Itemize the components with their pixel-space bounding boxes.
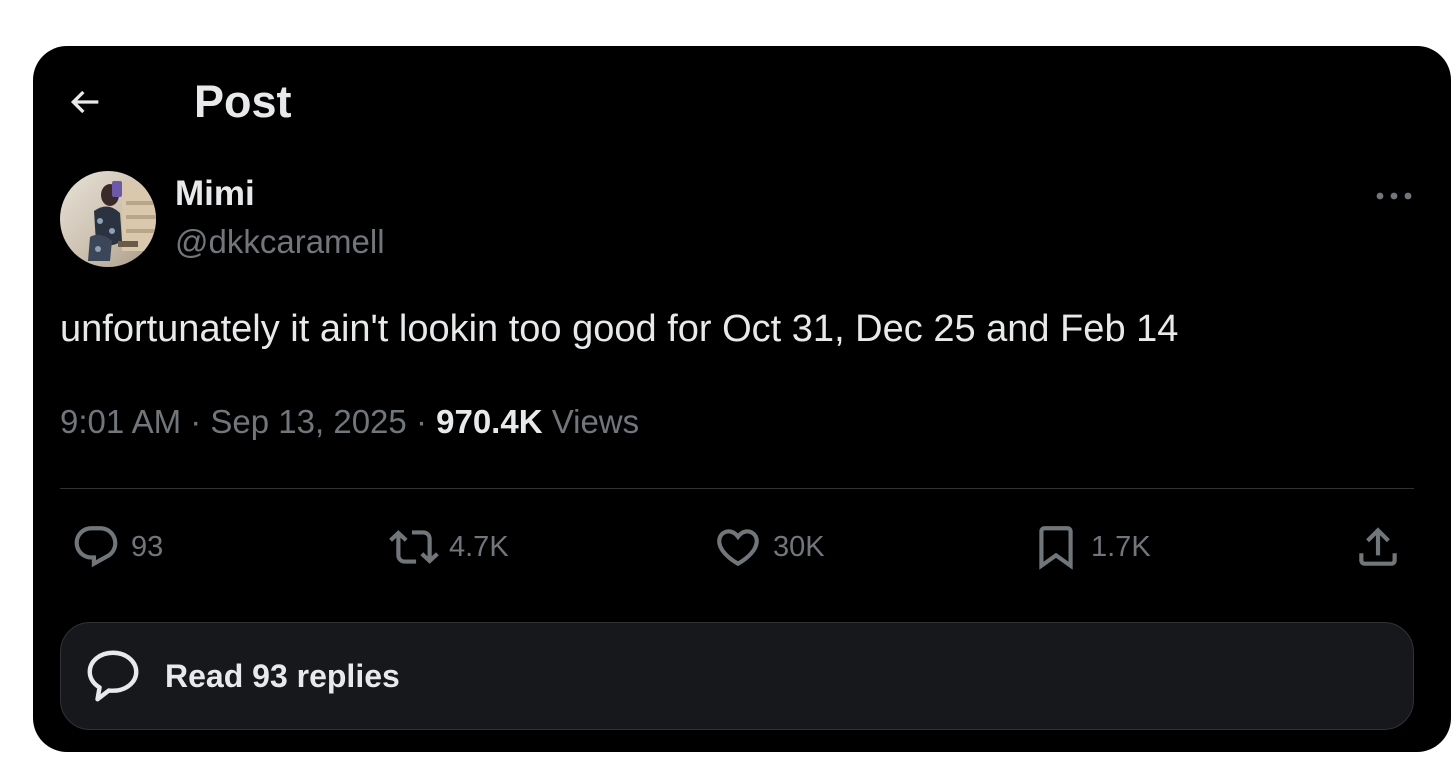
- bookmark-icon: [1039, 526, 1073, 570]
- views-count: 970.4K: [436, 403, 543, 440]
- read-replies-label: Read 93 replies: [165, 657, 400, 694]
- bookmark-count: 1.7K: [1091, 530, 1151, 563]
- post-time[interactable]: 9:01 AM: [60, 403, 181, 440]
- like-button[interactable]: 30K: [713, 522, 825, 572]
- back-button[interactable]: [63, 80, 107, 124]
- avatar-image: [60, 171, 156, 267]
- meta-separator: ·: [190, 403, 202, 440]
- reply-count: 93: [131, 530, 164, 563]
- heart-icon: [717, 529, 759, 567]
- speech-bubble-icon: [81, 644, 145, 708]
- avatar[interactable]: [60, 171, 156, 267]
- repost-icon: [389, 530, 439, 564]
- author-handle[interactable]: @dkkcaramell: [175, 222, 385, 262]
- reply-button[interactable]: 93: [71, 522, 163, 572]
- read-replies-button[interactable]: Read 93 replies: [60, 622, 1414, 730]
- more-horizontal-icon: [1376, 192, 1412, 200]
- share-icon: [1359, 527, 1397, 566]
- bookmark-button[interactable]: 1.7K: [1031, 522, 1151, 572]
- share-button[interactable]: [1353, 522, 1403, 572]
- views-label: Views: [551, 403, 640, 440]
- arrow-left-icon: [70, 90, 99, 114]
- post-card: Post Mimi @dkkcaramell unfortunately it …: [33, 46, 1451, 752]
- page-title: Post: [194, 76, 292, 127]
- author-display-name[interactable]: Mimi: [175, 174, 255, 214]
- post-text: unfortunately it ain't lookin too good f…: [60, 308, 1179, 350]
- post-date[interactable]: Sep 13, 2025: [210, 403, 406, 440]
- post-meta: 9:01 AM · Sep 13, 2025 · 970.4K Views: [60, 402, 639, 442]
- repost-button[interactable]: 4.7K: [389, 522, 509, 572]
- like-count: 30K: [773, 530, 825, 563]
- divider: [60, 488, 1414, 489]
- repost-count: 4.7K: [449, 530, 509, 563]
- meta-separator: ·: [415, 403, 427, 440]
- more-button[interactable]: [1369, 176, 1419, 216]
- reply-icon: [74, 526, 118, 568]
